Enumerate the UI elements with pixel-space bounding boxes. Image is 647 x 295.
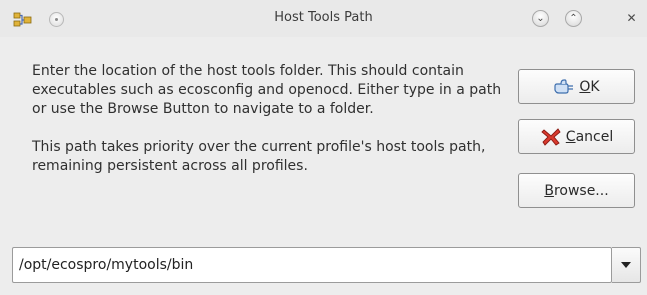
close-icon: ✕ [626, 11, 637, 25]
description-paragraph-1: Enter the location of the host tools fol… [32, 63, 502, 117]
cancel-label: Cancel [565, 128, 614, 145]
browse-button[interactable]: Browse... [518, 173, 635, 208]
dropdown-arrow-icon [621, 262, 631, 268]
host-tools-path-dialog: Host Tools Path ⌄ ⌃ ✕ Enter the location… [0, 0, 647, 295]
minimize-button[interactable]: ⌄ [532, 10, 549, 27]
path-combobox[interactable] [12, 247, 641, 283]
cancel-x-icon [541, 127, 561, 146]
description-paragraph-2: This path takes priority over the curren… [32, 139, 486, 174]
chevron-down-icon: ⌄ [536, 13, 545, 24]
window-title: Host Tools Path [274, 10, 373, 25]
ok-hand-icon [554, 78, 574, 94]
browse-label: Browse... [544, 182, 609, 199]
maximize-button[interactable]: ⌃ [565, 10, 582, 27]
path-dropdown-button[interactable] [612, 247, 641, 283]
ok-label: OK [579, 78, 600, 95]
description-text: Enter the location of the host tools fol… [32, 62, 502, 176]
chevron-up-icon: ⌃ [569, 13, 578, 24]
cancel-button[interactable]: Cancel [518, 119, 635, 154]
close-button[interactable]: ✕ [623, 10, 640, 27]
ok-button[interactable]: OK [518, 69, 635, 104]
title-bar[interactable]: Host Tools Path ⌄ ⌃ ✕ [0, 0, 647, 37]
path-input[interactable] [12, 247, 612, 283]
